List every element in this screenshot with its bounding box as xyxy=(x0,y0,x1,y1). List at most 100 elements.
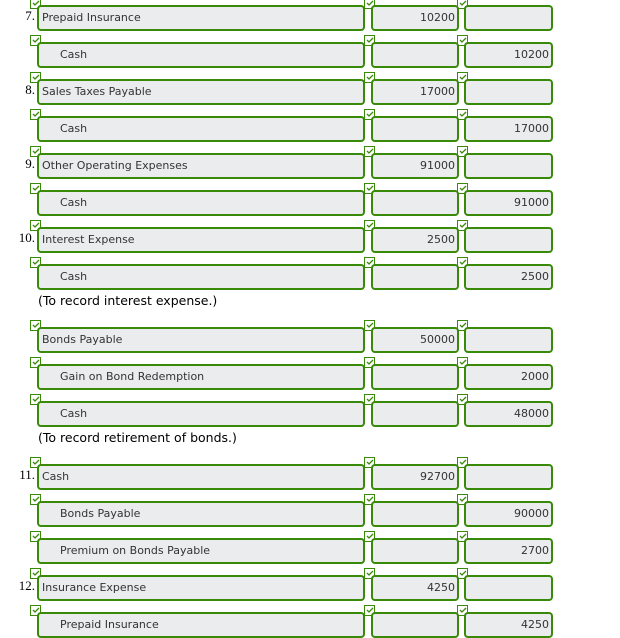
account-title-field[interactable]: Prepaid Insurance xyxy=(37,612,365,638)
credit-amount-value: 10200 xyxy=(514,48,549,61)
entry-number: 8. xyxy=(25,82,35,97)
credit-amount-field[interactable]: 10200 xyxy=(464,42,553,68)
debit-amount-value xyxy=(455,544,457,557)
credit-amount-field[interactable]: 91000 xyxy=(464,190,553,216)
credit-amount-value xyxy=(549,333,551,346)
account-title-field[interactable]: Cash xyxy=(37,401,365,427)
credit-amount-field[interactable] xyxy=(464,575,553,601)
account-title-field[interactable]: Bonds Payable xyxy=(37,327,365,353)
account-title-field[interactable]: Other Operating Expenses xyxy=(37,153,365,179)
account-title-value: Cash xyxy=(60,122,88,135)
account-title-field[interactable]: Prepaid Insurance xyxy=(37,5,365,31)
account-title-field[interactable]: Cash xyxy=(37,190,365,216)
journal-line: 9. Other Operating Expenses 91000 xyxy=(0,146,620,179)
journal-line: Cash 48000 xyxy=(0,394,620,427)
debit-amount-field[interactable]: 17000 xyxy=(371,79,459,105)
account-title-value: Cash xyxy=(42,470,70,483)
credit-amount-field[interactable] xyxy=(464,153,553,179)
credit-amount-field[interactable]: 4250 xyxy=(464,612,553,638)
account-title-value: Gain on Bond Redemption xyxy=(60,370,205,383)
journal-line: Premium on Bonds Payable 2700 xyxy=(0,531,620,564)
credit-amount-field[interactable]: 17000 xyxy=(464,116,553,142)
debit-amount-field[interactable] xyxy=(371,190,459,216)
credit-amount-value xyxy=(549,233,551,246)
account-title-field[interactable]: Interest Expense xyxy=(37,227,365,253)
account-title-field[interactable]: Cash xyxy=(37,464,365,490)
account-title-field[interactable]: Cash xyxy=(37,42,365,68)
credit-amount-field[interactable] xyxy=(464,464,553,490)
debit-amount-field[interactable] xyxy=(371,401,459,427)
credit-amount-field[interactable] xyxy=(464,5,553,31)
account-title-value: Other Operating Expenses xyxy=(42,159,188,172)
debit-amount-field[interactable] xyxy=(371,364,459,390)
debit-amount-field[interactable]: 92700 xyxy=(371,464,459,490)
debit-amount-field[interactable] xyxy=(371,42,459,68)
credit-amount-field[interactable]: 2500 xyxy=(464,264,553,290)
journal-line: Cash 10200 xyxy=(0,35,620,68)
account-title-value: Interest Expense xyxy=(42,233,135,246)
credit-amount-field[interactable]: 48000 xyxy=(464,401,553,427)
account-title-field[interactable]: Cash xyxy=(37,116,365,142)
debit-amount-value: 17000 xyxy=(420,85,455,98)
account-title-value: Cash xyxy=(60,196,88,209)
journal-line: Cash 91000 xyxy=(0,183,620,216)
account-title-field[interactable]: Cash xyxy=(37,264,365,290)
account-title-field[interactable]: Sales Taxes Payable xyxy=(37,79,365,105)
account-title-value: Sales Taxes Payable xyxy=(42,85,152,98)
credit-amount-field[interactable] xyxy=(464,327,553,353)
journal-line: Bonds Payable 50000 xyxy=(0,320,620,353)
entry-number: 12. xyxy=(18,578,35,593)
debit-amount-field[interactable] xyxy=(371,116,459,142)
entry-number: 7. xyxy=(25,8,35,23)
account-title-value: Bonds Payable xyxy=(42,333,123,346)
account-title-value: Cash xyxy=(60,407,88,420)
journal-line: Bonds Payable 90000 xyxy=(0,494,620,527)
debit-amount-value xyxy=(455,48,457,61)
debit-amount-value xyxy=(455,270,457,283)
credit-amount-value xyxy=(549,11,551,24)
credit-amount-value: 2500 xyxy=(521,270,549,283)
account-title-field[interactable]: Insurance Expense xyxy=(37,575,365,601)
debit-amount-field[interactable]: 50000 xyxy=(371,327,459,353)
debit-amount-value: 92700 xyxy=(420,470,455,483)
account-title-field[interactable]: Premium on Bonds Payable xyxy=(37,538,365,564)
credit-amount-value xyxy=(549,159,551,172)
account-title-field[interactable]: Bonds Payable xyxy=(37,501,365,527)
credit-amount-value: 4250 xyxy=(521,618,549,631)
account-title-value: Cash xyxy=(60,270,88,283)
debit-amount-field[interactable]: 10200 xyxy=(371,5,459,31)
debit-amount-value xyxy=(455,370,457,383)
debit-amount-field[interactable] xyxy=(371,538,459,564)
credit-amount-value: 91000 xyxy=(514,196,549,209)
debit-amount-value xyxy=(455,196,457,209)
journal-line: Gain on Bond Redemption 2000 xyxy=(0,357,620,390)
account-title-field[interactable]: Gain on Bond Redemption xyxy=(37,364,365,390)
credit-amount-field[interactable] xyxy=(464,79,553,105)
credit-amount-value: 17000 xyxy=(514,122,549,135)
credit-amount-value: 90000 xyxy=(514,507,549,520)
entry-number: 11. xyxy=(19,467,35,482)
debit-amount-field[interactable] xyxy=(371,501,459,527)
journal-line: 7. Prepaid Insurance 10200 xyxy=(0,0,620,31)
credit-amount-value xyxy=(549,581,551,594)
journal-line: Cash 2500 xyxy=(0,257,620,290)
credit-amount-field[interactable]: 2000 xyxy=(464,364,553,390)
debit-amount-field[interactable] xyxy=(371,612,459,638)
debit-amount-field[interactable]: 2500 xyxy=(371,227,459,253)
debit-amount-field[interactable]: 91000 xyxy=(371,153,459,179)
debit-amount-value: 91000 xyxy=(420,159,455,172)
debit-amount-value: 50000 xyxy=(420,333,455,346)
credit-amount-field[interactable] xyxy=(464,227,553,253)
account-title-value: Premium on Bonds Payable xyxy=(60,544,211,557)
debit-amount-value xyxy=(455,507,457,520)
debit-amount-field[interactable]: 4250 xyxy=(371,575,459,601)
credit-amount-value: 2000 xyxy=(521,370,549,383)
credit-amount-field[interactable]: 90000 xyxy=(464,501,553,527)
account-title-value: Cash xyxy=(60,48,88,61)
entry-memo: (To record retirement of bonds.) xyxy=(38,430,237,445)
journal-line: 11. Cash 92700 xyxy=(0,457,620,490)
credit-amount-value xyxy=(549,470,551,483)
debit-amount-field[interactable] xyxy=(371,264,459,290)
credit-amount-field[interactable]: 2700 xyxy=(464,538,553,564)
entry-number: 9. xyxy=(25,156,35,171)
